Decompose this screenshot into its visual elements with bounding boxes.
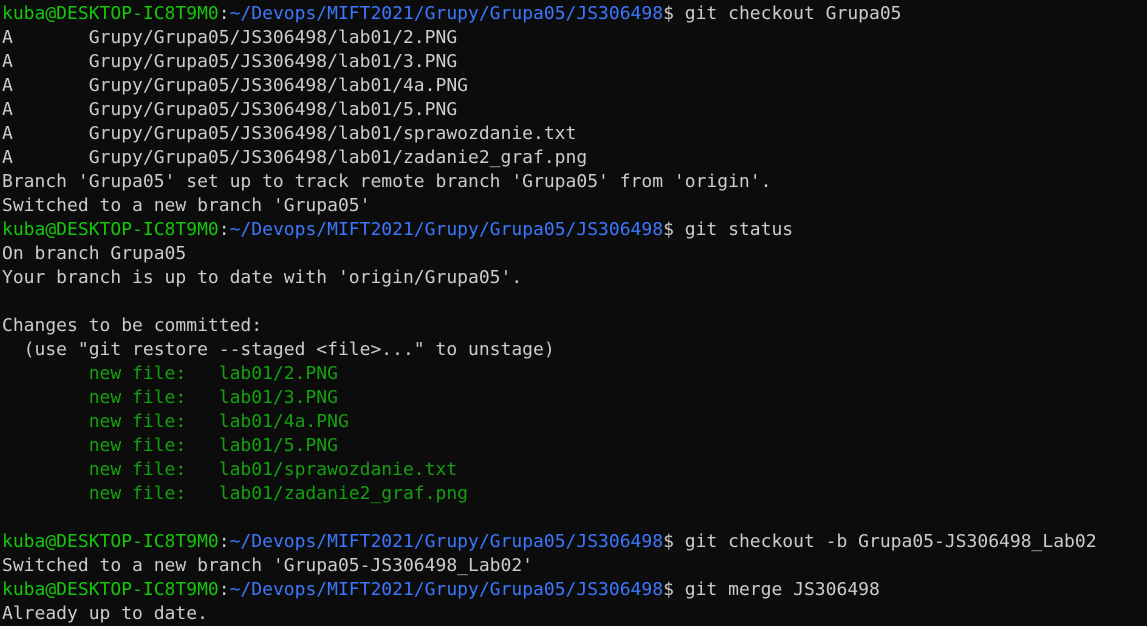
output-line: Already up to date. [2, 603, 208, 624]
staged-file-line: new file: lab01/3.PNG [2, 387, 338, 408]
command-text: git merge JS306498 [673, 579, 880, 600]
prompt-line: kuba@DESKTOP-IC8T9M0:~/Devops/MIFT2021/G… [0, 578, 1147, 602]
prompt-line: kuba@DESKTOP-IC8T9M0:~/Devops/MIFT2021/G… [0, 2, 1147, 26]
prompt-symbol: $ [663, 531, 674, 552]
output-line: Switched to a new branch 'Grupa05-JS3064… [2, 555, 534, 576]
prompt-separator: : [218, 3, 230, 24]
output-line: Your branch is up to date with 'origin/G… [2, 267, 523, 288]
prompt-user-host: kuba@DESKTOP-IC8T9M0 [2, 531, 219, 552]
command-text: git status [673, 219, 794, 240]
prompt-symbol: $ [663, 219, 674, 240]
command-text: git checkout -b Grupa05-JS306498_Lab02 [673, 531, 1097, 552]
output-line: (use "git restore --staged <file>..." to… [2, 339, 555, 360]
output-line: A Grupy/Grupa05/JS306498/lab01/3.PNG [2, 51, 458, 72]
staged-file-line: new file: lab01/zadanie2_graf.png [2, 483, 468, 504]
output-line: A Grupy/Grupa05/JS306498/lab01/4a.PNG [2, 75, 468, 96]
prompt-symbol: $ [663, 579, 674, 600]
output-line: A Grupy/Grupa05/JS306498/lab01/5.PNG [2, 99, 458, 120]
staged-file-line: new file: lab01/4a.PNG [2, 411, 349, 432]
prompt-symbol: $ [663, 3, 674, 24]
prompt-user-host: kuba@DESKTOP-IC8T9M0 [2, 579, 219, 600]
prompt-line: kuba@DESKTOP-IC8T9M0:~/Devops/MIFT2021/G… [0, 218, 1147, 242]
output-line: On branch Grupa05 [2, 243, 187, 264]
output-line: Branch 'Grupa05' set up to track remote … [2, 171, 772, 192]
prompt-separator: : [218, 579, 230, 600]
prompt-path: ~/Devops/MIFT2021/Grupy/Grupa05/JS306498 [229, 579, 664, 600]
prompt-user-host: kuba@DESKTOP-IC8T9M0 [2, 3, 219, 24]
staged-file-line: new file: lab01/2.PNG [2, 363, 338, 384]
output-line: A Grupy/Grupa05/JS306498/lab01/2.PNG [2, 27, 458, 48]
prompt-separator: : [218, 219, 230, 240]
output-line: A Grupy/Grupa05/JS306498/lab01/sprawozda… [2, 123, 577, 144]
staged-file-line: new file: lab01/sprawozdanie.txt [2, 459, 458, 480]
output-line: Changes to be committed: [2, 315, 263, 336]
prompt-line: kuba@DESKTOP-IC8T9M0:~/Devops/MIFT2021/G… [0, 530, 1147, 554]
prompt-path: ~/Devops/MIFT2021/Grupy/Grupa05/JS306498 [229, 219, 664, 240]
command-text: git checkout Grupa05 [673, 3, 902, 24]
prompt-path: ~/Devops/MIFT2021/Grupy/Grupa05/JS306498 [229, 531, 664, 552]
output-line: A Grupy/Grupa05/JS306498/lab01/zadanie2_… [2, 147, 588, 168]
terminal-window[interactable]: kuba@DESKTOP-IC8T9M0:~/Devops/MIFT2021/G… [0, 0, 1147, 625]
prompt-user-host: kuba@DESKTOP-IC8T9M0 [2, 219, 219, 240]
output-line: Switched to a new branch 'Grupa05' [2, 195, 371, 216]
staged-file-line: new file: lab01/5.PNG [2, 435, 338, 456]
prompt-path: ~/Devops/MIFT2021/Grupy/Grupa05/JS306498 [229, 3, 664, 24]
prompt-separator: : [218, 531, 230, 552]
